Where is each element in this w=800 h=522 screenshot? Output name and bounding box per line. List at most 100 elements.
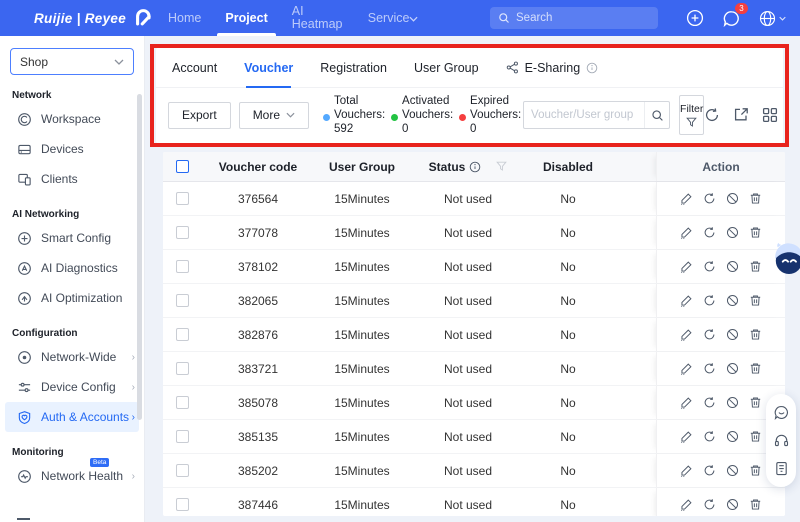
disable-icon[interactable] — [726, 328, 739, 341]
edit-icon[interactable] — [680, 328, 693, 341]
share-icon — [506, 61, 519, 74]
nav-ai-heatmap[interactable]: AI Heatmap — [292, 0, 344, 36]
delete-icon[interactable] — [749, 294, 762, 307]
row-checkbox[interactable] — [176, 192, 189, 205]
disable-icon[interactable] — [726, 396, 739, 409]
renew-icon[interactable] — [703, 192, 716, 205]
row-checkbox[interactable] — [176, 260, 189, 273]
edit-icon[interactable] — [680, 362, 693, 375]
row-checkbox[interactable] — [176, 430, 189, 443]
select-all-checkbox[interactable] — [176, 160, 189, 173]
disable-icon[interactable] — [726, 226, 739, 239]
renew-icon[interactable] — [703, 226, 716, 239]
status-filter-funnel-icon[interactable] — [496, 161, 508, 172]
voucher-code-cell: 385078 — [237, 395, 279, 410]
add-circle-icon[interactable] — [686, 9, 704, 27]
status-info-icon[interactable] — [469, 161, 481, 173]
sidebar-item-network-wide[interactable]: Network-Wide › — [0, 342, 144, 372]
edit-icon[interactable] — [680, 498, 693, 511]
voucher-search — [523, 101, 671, 129]
edit-icon[interactable] — [680, 260, 693, 273]
export-button[interactable]: Export — [168, 101, 231, 129]
delete-icon[interactable] — [749, 430, 762, 443]
headset-icon[interactable] — [774, 433, 789, 448]
tab-user-group[interactable]: User Group — [414, 48, 479, 88]
sidebar-item-auth-accounts[interactable]: Auth & Accounts › — [5, 402, 139, 432]
delete-icon[interactable] — [749, 226, 762, 239]
globe-icon — [759, 10, 776, 27]
disable-icon[interactable] — [726, 430, 739, 443]
sidebar-item-devices[interactable]: Devices — [0, 134, 144, 164]
delete-icon[interactable] — [749, 498, 762, 511]
disable-icon[interactable] — [726, 260, 739, 273]
sidebar-item-network-health[interactable]: Network Health Beta › — [0, 458, 144, 491]
edit-icon[interactable] — [680, 464, 693, 477]
user-group-cell: 15Minutes — [334, 191, 390, 206]
edit-icon[interactable] — [680, 226, 693, 239]
row-checkbox[interactable] — [176, 498, 189, 511]
sidebar-item-smart-config[interactable]: Smart Config — [0, 223, 144, 253]
messages-icon[interactable]: 3 — [723, 2, 748, 27]
ai-assistant-mascot[interactable] — [771, 241, 800, 277]
refresh-icon[interactable] — [704, 107, 720, 123]
more-button[interactable]: More — [238, 101, 310, 129]
renew-icon[interactable] — [703, 328, 716, 341]
filter-button[interactable]: Filter — [679, 95, 705, 135]
info-icon[interactable] — [586, 62, 598, 74]
renew-icon[interactable] — [703, 498, 716, 511]
delete-icon[interactable] — [749, 328, 762, 341]
row-checkbox[interactable] — [176, 362, 189, 375]
sidebar-item-device-config[interactable]: Device Config › — [0, 372, 144, 402]
sidebar-item-ai-diagnostics[interactable]: AI Diagnostics — [0, 253, 144, 283]
nav-project[interactable]: Project — [217, 0, 277, 36]
row-checkbox[interactable] — [176, 396, 189, 409]
sidebar-item-workspace[interactable]: Workspace — [0, 104, 144, 134]
disable-icon[interactable] — [726, 192, 739, 205]
table-row: 385202 15Minutes Not used No — [163, 454, 785, 488]
sidebar-item-clients[interactable]: Clients — [0, 164, 144, 194]
row-checkbox[interactable] — [176, 294, 189, 307]
message-icon[interactable] — [774, 405, 789, 420]
row-checkbox[interactable] — [176, 464, 189, 477]
renew-icon[interactable] — [703, 362, 716, 375]
delete-icon[interactable] — [749, 396, 762, 409]
grid-apps-icon[interactable] — [762, 107, 778, 123]
disable-icon[interactable] — [726, 464, 739, 477]
tab-e-sharing[interactable]: E-Sharing — [506, 48, 599, 88]
disabled-cell: No — [560, 463, 576, 478]
nav-home[interactable]: Home — [168, 0, 201, 36]
disable-icon[interactable] — [726, 498, 739, 511]
delete-icon[interactable] — [749, 260, 762, 273]
edit-icon[interactable] — [680, 192, 693, 205]
scope-selector[interactable]: Shop — [10, 48, 134, 75]
edit-icon[interactable] — [680, 294, 693, 307]
delete-icon[interactable] — [749, 192, 762, 205]
brand-logo[interactable]: Ruijie | Reyee — [34, 8, 154, 28]
sidebar-scrollbar[interactable] — [137, 94, 142, 420]
feedback-icon[interactable] — [774, 461, 789, 476]
tab-registration[interactable]: Registration — [320, 48, 387, 88]
voucher-search-input[interactable] — [524, 109, 645, 121]
search-input[interactable] — [516, 12, 670, 24]
edit-icon[interactable] — [680, 430, 693, 443]
nav-service[interactable]: Service — [368, 0, 420, 36]
renew-icon[interactable] — [703, 294, 716, 307]
disable-icon[interactable] — [726, 294, 739, 307]
renew-icon[interactable] — [703, 464, 716, 477]
user-group-cell: 15Minutes — [334, 463, 390, 478]
language-selector[interactable] — [759, 10, 786, 27]
row-checkbox[interactable] — [176, 328, 189, 341]
export-share-icon[interactable] — [733, 107, 749, 123]
renew-icon[interactable] — [703, 430, 716, 443]
delete-icon[interactable] — [749, 464, 762, 477]
renew-icon[interactable] — [703, 396, 716, 409]
renew-icon[interactable] — [703, 260, 716, 273]
tab-voucher[interactable]: Voucher — [244, 48, 293, 88]
search-icon[interactable] — [644, 102, 669, 128]
edit-icon[interactable] — [680, 396, 693, 409]
disable-icon[interactable] — [726, 362, 739, 375]
tab-account[interactable]: Account — [172, 48, 217, 88]
row-checkbox[interactable] — [176, 226, 189, 239]
sidebar-item-ai-optimization[interactable]: AI Optimization — [0, 283, 144, 313]
delete-icon[interactable] — [749, 362, 762, 375]
